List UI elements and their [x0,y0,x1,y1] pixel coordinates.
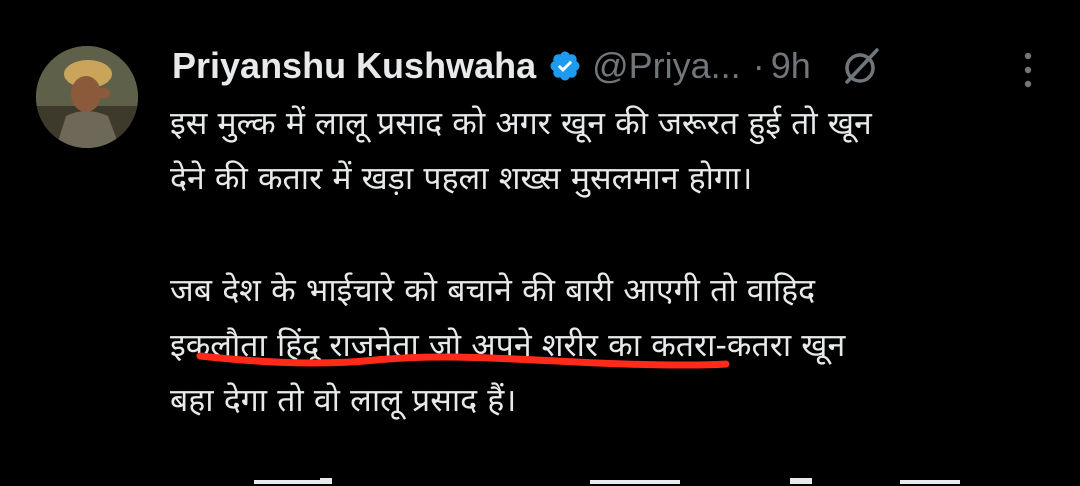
tweet-line: बहा देगा तो वो लालू प्रसाद हैं। [170,381,517,419]
tweet-header: Priyanshu Kushwaha @Priya... · 9h [172,38,1052,94]
author-name[interactable]: Priyanshu Kushwaha [172,45,536,87]
tweet-paragraph-1: इस मुल्क में लालू प्रसाद को अगर खून की ज… [170,96,1050,206]
truncated-next-line [170,466,1050,486]
grok-icon[interactable] [839,44,883,88]
tweet-text: इस मुल्क में लालू प्रसाद को अगर खून की ज… [170,96,1050,428]
tweet-line: इकलौता हिंदू राजनेता जो अपने शरीर का कतर… [170,326,846,364]
avatar[interactable] [36,46,138,148]
avatar-photo [36,46,138,148]
author-handle[interactable]: @Priya... [592,45,741,87]
tweet-paragraph-2: जब देश के भाईचारे को बचाने की बारी आएगी … [170,263,1050,428]
tweet-card[interactable]: Priyanshu Kushwaha @Priya... · 9h इस मुल… [0,0,1080,486]
separator-dot: · [752,45,765,86]
tweet-line: देने की कतार में खड़ा पहला शख्स मुसलमान … [170,159,753,197]
tweet-line: जब देश के भाईचारे को बचाने की बारी आएगी … [170,271,816,309]
verified-badge-icon [548,49,582,83]
tweet-line: इस मुल्क में लालू प्रसाद को अगर खून की ज… [170,104,872,142]
more-vertical-icon[interactable] [1018,50,1038,90]
tweet-timestamp[interactable]: 9h [771,45,811,87]
